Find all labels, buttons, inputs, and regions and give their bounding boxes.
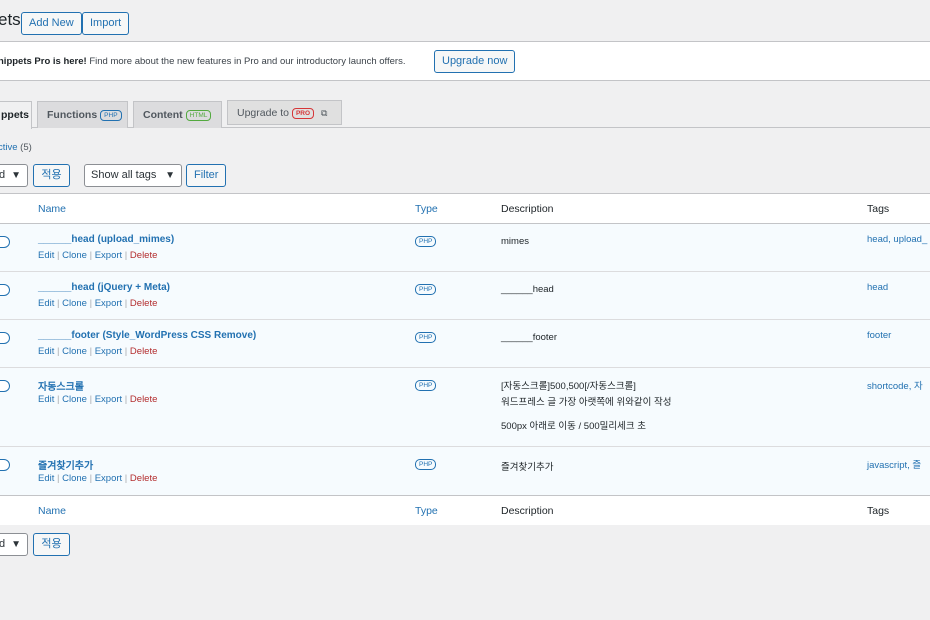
add-new-button[interactable]: Add New: [21, 12, 82, 35]
delete-link[interactable]: Delete: [130, 250, 157, 261]
snippet-name-link[interactable]: 즐겨찾기추가: [38, 457, 93, 472]
tab-functions[interactable]: Functions PHP: [37, 101, 128, 128]
page-title: ets: [0, 10, 21, 29]
clone-link[interactable]: Clone: [62, 250, 87, 261]
apply-button-bottom[interactable]: 적용: [33, 533, 70, 556]
clone-link[interactable]: Clone: [62, 394, 87, 405]
snippet-tags[interactable]: javascript, 즐: [867, 457, 921, 471]
tab-label: Functions: [47, 109, 98, 121]
chevron-down-icon: ▼: [11, 539, 21, 550]
external-link-icon: ⧉: [321, 108, 328, 118]
bulk-action-select-bottom[interactable]: d ▼: [0, 533, 28, 556]
tab-upgrade-pro[interactable]: Upgrade to PRO ⧉: [227, 100, 342, 125]
column-type-footer[interactable]: Type: [415, 505, 438, 517]
table-row: 즐겨찾기추가 Edit | Clone | Export | Delete PH…: [0, 447, 930, 495]
edit-link[interactable]: Edit: [38, 250, 54, 261]
snippet-description-line2: 워드프레스 글 가장 아랫쪽에 위와같이 작성: [501, 397, 672, 408]
snippet-tags[interactable]: head: [867, 282, 888, 293]
snippet-description: ______footer: [501, 332, 557, 343]
clone-link[interactable]: Clone: [62, 298, 87, 309]
table-row: ______head (jQuery + Meta) Edit | Clone …: [0, 272, 930, 320]
notice-text: nippets Pro is here! Find more about the…: [0, 56, 406, 67]
upgrade-now-button[interactable]: Upgrade now: [434, 50, 516, 73]
apply-button-top[interactable]: 적용: [33, 164, 70, 187]
activation-toggle[interactable]: [0, 380, 10, 392]
bulk-action-select-top[interactable]: d ▼: [0, 164, 28, 187]
column-name-header[interactable]: Name: [38, 203, 66, 215]
snippet-name-link[interactable]: ______head (upload_mimes): [38, 234, 174, 245]
tab-content[interactable]: Content HTML: [133, 101, 222, 128]
tab-snippets[interactable]: ppets: [0, 101, 32, 129]
tab-label: Upgrade to: [237, 107, 289, 119]
tag-filter-value: Show all tags: [91, 169, 157, 181]
delete-link[interactable]: Delete: [130, 473, 157, 484]
status-filter-active[interactable]: ctive (5): [0, 142, 32, 153]
snippet-tags[interactable]: shortcode, 자: [867, 378, 923, 392]
table-row: 자동스크롤 Edit | Clone | Export | Delete PHP…: [0, 368, 930, 447]
snippets-table: Name Type Description Tags ______head (u…: [0, 193, 930, 525]
column-tags-footer: Tags: [867, 505, 890, 517]
column-name-footer[interactable]: Name: [38, 505, 66, 517]
row-actions: Edit | Clone | Export | Delete: [38, 346, 158, 357]
activation-toggle[interactable]: [0, 284, 10, 296]
delete-link[interactable]: Delete: [130, 394, 157, 405]
edit-link[interactable]: Edit: [38, 346, 54, 357]
activation-toggle[interactable]: [0, 236, 10, 248]
pro-notice: nippets Pro is here! Find more about the…: [0, 41, 930, 81]
row-actions: Edit | Clone | Export | Delete: [38, 250, 158, 261]
bulk-action-value: d: [0, 538, 6, 550]
tab-label: ppets: [1, 109, 30, 121]
delete-link[interactable]: Delete: [130, 298, 157, 309]
table-row: ______footer (Style_WordPress CSS Remove…: [0, 320, 930, 368]
filter-button[interactable]: Filter: [186, 164, 227, 187]
snippet-description: 즐겨찾기추가: [501, 462, 554, 473]
delete-link[interactable]: Delete: [130, 346, 157, 357]
snippet-tags[interactable]: head, upload_: [867, 234, 927, 245]
type-badge: PHP: [415, 330, 437, 343]
column-description-footer: Description: [501, 505, 554, 517]
tag-filter-select[interactable]: Show all tags ▼: [84, 164, 182, 187]
export-link[interactable]: Export: [95, 298, 122, 309]
clone-link[interactable]: Clone: [62, 473, 87, 484]
table-footer: Name Type Description Tags: [0, 495, 930, 525]
php-badge: PHP: [100, 109, 122, 121]
column-description-header: Description: [501, 203, 554, 215]
snippet-tags[interactable]: footer: [867, 330, 891, 341]
edit-link[interactable]: Edit: [38, 394, 54, 405]
snippet-description: ______head: [501, 284, 554, 295]
chevron-down-icon: ▼: [165, 170, 175, 181]
type-badge: PHP: [415, 282, 437, 295]
snippet-name-link[interactable]: 자동스크롤: [38, 378, 84, 393]
export-link[interactable]: Export: [95, 473, 122, 484]
snippet-description: [자동스크롤]500,500[/자동스크롤]: [501, 381, 636, 392]
html-badge: HTML: [185, 109, 212, 121]
tab-label: Content: [143, 109, 183, 121]
snippet-description-line3: 500px 아래로 이동 / 500밀리세크 초: [501, 421, 646, 432]
activation-toggle[interactable]: [0, 332, 10, 344]
export-link[interactable]: Export: [95, 250, 122, 261]
edit-link[interactable]: Edit: [38, 298, 54, 309]
export-link[interactable]: Export: [95, 394, 122, 405]
bulk-action-value: d: [0, 169, 6, 181]
type-badge: PHP: [415, 457, 437, 470]
activation-toggle[interactable]: [0, 459, 10, 471]
column-tags-header: Tags: [867, 203, 890, 215]
chevron-down-icon: ▼: [11, 170, 21, 181]
snippet-name-link[interactable]: ______footer (Style_WordPress CSS Remove…: [38, 330, 256, 341]
row-actions: Edit | Clone | Export | Delete: [38, 394, 158, 405]
edit-link[interactable]: Edit: [38, 473, 54, 484]
type-badge: PHP: [415, 378, 437, 391]
row-actions: Edit | Clone | Export | Delete: [38, 473, 158, 484]
pro-badge: PRO: [291, 107, 315, 119]
type-badge: PHP: [415, 234, 437, 247]
table-row: ______head (upload_mimes) Edit | Clone |…: [0, 224, 930, 272]
column-type-header[interactable]: Type: [415, 203, 438, 215]
clone-link[interactable]: Clone: [62, 346, 87, 357]
snippet-name-link[interactable]: ______head (jQuery + Meta): [38, 282, 170, 293]
import-button[interactable]: Import: [82, 12, 130, 35]
export-link[interactable]: Export: [95, 346, 122, 357]
snippet-description: mimes: [501, 236, 529, 247]
row-actions: Edit | Clone | Export | Delete: [38, 298, 158, 309]
table-header: Name Type Description Tags: [0, 194, 930, 224]
